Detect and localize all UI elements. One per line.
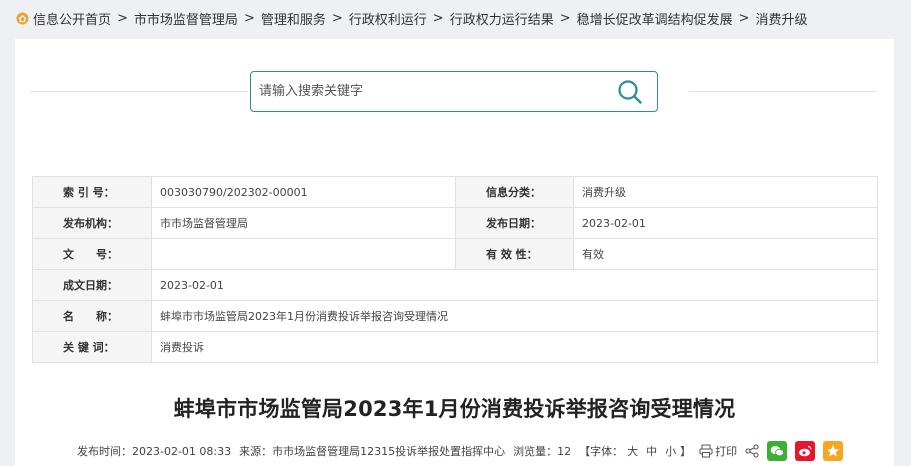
table-row: 成文日期： 2023-02-01 — [32, 269, 878, 301]
font-size-medium-link[interactable]: 中 — [646, 443, 657, 459]
breadcrumb: 信息公开首页 > 市市场监督管理局 > 管理和服务 > 行政权利运行 > 行政权… — [0, 0, 911, 36]
share-icon[interactable] — [745, 444, 759, 458]
table-row: 关 键 词： 消费投诉 — [32, 331, 878, 363]
created-value: 2023-02-01 — [151, 269, 878, 301]
font-size-open: 【字体： — [579, 445, 624, 458]
breadcrumb-item-info-home[interactable]: 信息公开首页 — [33, 9, 111, 28]
star-icon — [826, 445, 840, 457]
publish-time-label: 发布时间： — [77, 445, 132, 458]
printer-icon — [699, 444, 713, 458]
publish-time-value: 2023-02-01 08:33 — [132, 444, 232, 458]
breadcrumb-separator: > — [432, 10, 444, 26]
category-label: 信息分类： — [455, 176, 574, 208]
breadcrumb-item-bureau[interactable]: 市市场监督管理局 — [134, 9, 238, 28]
pubdate-value: 2023-02-01 — [573, 207, 878, 239]
index-value: 003030790/202302-00001 — [151, 176, 456, 208]
views-label: 浏览量： — [513, 445, 558, 458]
table-row: 名 称： 蚌埠市市场监管局2023年1月份消费投诉举报咨询受理情况 — [32, 300, 878, 332]
article-title: 蚌埠市市场监管局2023年1月份消费投诉举报咨询受理情况 — [173, 397, 736, 421]
article-info-bar: 发布时间： 2023-02-01 08:33 来源： 市市场监督管理局12315… — [77, 439, 844, 463]
breadcrumb-separator: > — [243, 10, 255, 26]
validity-value: 有效 — [573, 238, 878, 270]
search-input[interactable] — [251, 72, 591, 111]
pubdate-label: 发布日期： — [455, 207, 574, 239]
keywords-label: 关 键 词： — [32, 331, 152, 363]
breadcrumb-separator: > — [331, 10, 343, 26]
keywords-value: 消费投诉 — [151, 331, 878, 363]
index-label: 索 引 号： — [32, 176, 152, 208]
breadcrumb-item-results[interactable]: 行政权力运行结果 — [450, 9, 554, 28]
views-value: 12 — [557, 444, 572, 458]
docno-value — [151, 238, 456, 270]
meta-info-table: 索 引 号： 003030790/202302-00001 信息分类： 消费升级… — [32, 176, 878, 363]
search-icon[interactable] — [617, 79, 643, 105]
table-row: 发布机构： 市市场监督管理局 发布日期： 2023-02-01 — [32, 207, 878, 239]
source-label: 来源： — [239, 445, 273, 458]
font-size-large-link[interactable]: 大 — [627, 443, 638, 459]
search-box — [250, 71, 658, 112]
breadcrumb-item-admin-rights[interactable]: 行政权利运行 — [349, 9, 427, 28]
table-row: 索 引 号： 003030790/202302-00001 信息分类： 消费升级 — [32, 176, 878, 208]
weibo-icon — [799, 445, 812, 457]
weibo-share-button[interactable] — [795, 441, 816, 461]
wechat-icon — [770, 446, 785, 457]
name-value: 蚌埠市市场监管局2023年1月份消费投诉举报咨询受理情况 — [151, 300, 878, 332]
wechat-share-button[interactable] — [767, 441, 788, 461]
font-size-close: 】 — [680, 445, 692, 458]
divider-left — [30, 91, 248, 92]
home-icon — [16, 12, 29, 24]
divider-right — [689, 91, 877, 92]
created-label: 成文日期： — [32, 269, 152, 301]
category-value: 消费升级 — [573, 176, 878, 208]
publisher-value: 市市场监督管理局 — [151, 207, 456, 239]
validity-label: 有 效 性： — [455, 238, 574, 270]
breadcrumb-item-growth[interactable]: 稳增长促改革调结构促发展 — [577, 9, 733, 28]
qzone-share-button[interactable] — [823, 441, 844, 461]
breadcrumb-separator: > — [738, 10, 750, 26]
name-label: 名 称： — [32, 300, 152, 332]
breadcrumb-separator: > — [559, 10, 571, 26]
content-card: 索 引 号： 003030790/202302-00001 信息分类： 消费升级… — [15, 39, 894, 466]
print-label: 打印 — [715, 445, 738, 458]
publisher-label: 发布机构： — [32, 207, 152, 239]
breadcrumb-item-management[interactable]: 管理和服务 — [261, 9, 326, 28]
breadcrumb-item-consumption[interactable]: 消费升级 — [756, 9, 808, 28]
breadcrumb-separator: > — [117, 10, 128, 26]
font-size-small-link[interactable]: 小 — [665, 443, 676, 459]
table-row: 文 号： 有 效 性： 有效 — [32, 238, 878, 270]
docno-label: 文 号： — [32, 238, 152, 270]
print-button[interactable]: 打印 — [699, 443, 737, 459]
source-value: 市市场监督管理局12315投诉举报处置指挥中心 — [272, 445, 506, 458]
